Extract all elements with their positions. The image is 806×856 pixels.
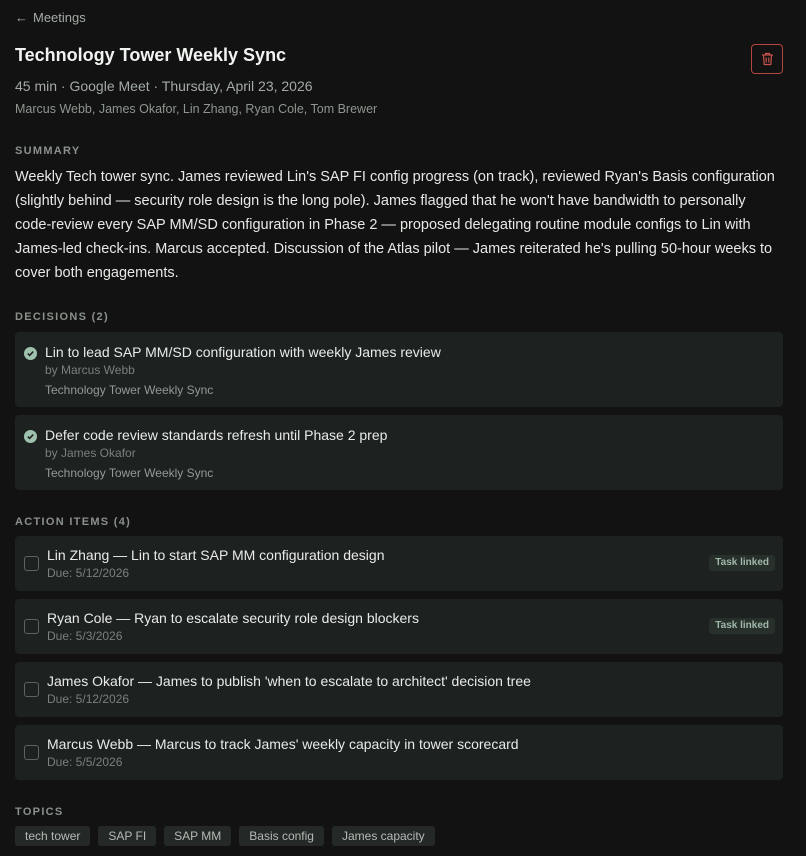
topic-list: tech tower SAP FI SAP MM Basis config Ja… xyxy=(15,826,435,846)
decision-title: Lin to lead SAP MM/SD configuration with… xyxy=(45,344,441,360)
meeting-title: Technology Tower Weekly Sync xyxy=(15,45,287,65)
decision-meeting: Technology Tower Weekly Sync xyxy=(45,466,214,480)
action-item-title: Ryan Cole — Ryan to escalate security ro… xyxy=(47,610,419,626)
summary-heading: SUMMARY xyxy=(15,145,81,157)
topic-chip[interactable]: SAP MM xyxy=(164,826,232,846)
action-item: James Okafor — James to publish 'when to… xyxy=(15,662,783,717)
decision-owner: by James Okafor xyxy=(45,446,136,460)
action-item-checkbox[interactable] xyxy=(24,556,39,571)
trash-icon xyxy=(761,52,773,66)
action-item: Lin Zhang — Lin to start SAP MM configur… xyxy=(15,536,783,591)
check-circle-icon xyxy=(24,347,37,360)
topic-chip[interactable]: tech tower xyxy=(15,826,91,846)
decision-item: Lin to lead SAP MM/SD configuration with… xyxy=(15,332,783,407)
decision-meeting: Technology Tower Weekly Sync xyxy=(45,383,214,397)
action-item-due: Due: 5/12/2026 xyxy=(47,566,130,580)
decisions-heading: DECISIONS (2) xyxy=(15,311,109,323)
topic-chip[interactable]: James capacity xyxy=(331,826,435,846)
topic-chip[interactable]: SAP FI xyxy=(98,826,157,846)
summary-text: Weekly Tech tower sync. James reviewed L… xyxy=(15,169,775,281)
action-item-title: Marcus Webb — Marcus to track James' wee… xyxy=(47,736,519,752)
topic-chip[interactable]: Basis config xyxy=(239,826,324,846)
action-item-title: James Okafor — James to publish 'when to… xyxy=(47,673,531,689)
action-item: Ryan Cole — Ryan to escalate security ro… xyxy=(15,599,783,654)
decision-owner: by Marcus Webb xyxy=(45,363,135,377)
action-item-checkbox[interactable] xyxy=(24,682,39,697)
action-item-due: Due: 5/3/2026 xyxy=(47,629,123,643)
task-linked-badge: Task linked xyxy=(709,618,775,634)
decision-item: Defer code review standards refresh unti… xyxy=(15,415,783,490)
arrow-left-icon: ← xyxy=(15,10,28,25)
action-item-checkbox[interactable] xyxy=(24,745,39,760)
action-item-due: Due: 5/5/2026 xyxy=(47,755,123,769)
back-label: Meetings xyxy=(33,10,86,25)
check-circle-icon xyxy=(24,430,37,443)
meeting-detail-page: ← Meetings Technology Tower Weekly Sync … xyxy=(0,0,806,856)
action-item-checkbox[interactable] xyxy=(24,619,39,634)
back-link[interactable]: ← Meetings xyxy=(15,10,86,26)
action-item: Marcus Webb — Marcus to track James' wee… xyxy=(15,725,783,780)
action-items-heading: ACTION ITEMS (4) xyxy=(15,516,132,528)
task-linked-badge: Task linked xyxy=(709,555,775,571)
meeting-meta: 45 min · Google Meet · Thursday, April 2… xyxy=(15,78,313,94)
action-item-title: Lin Zhang — Lin to start SAP MM configur… xyxy=(47,547,385,563)
topics-heading: TOPICS xyxy=(15,806,64,818)
decision-title: Defer code review standards refresh unti… xyxy=(45,427,388,443)
meeting-attendees: Marcus Webb, James Okafor, Lin Zhang, Ry… xyxy=(15,102,378,116)
delete-meeting-button[interactable] xyxy=(751,44,783,74)
action-item-due: Due: 5/12/2026 xyxy=(47,692,130,706)
